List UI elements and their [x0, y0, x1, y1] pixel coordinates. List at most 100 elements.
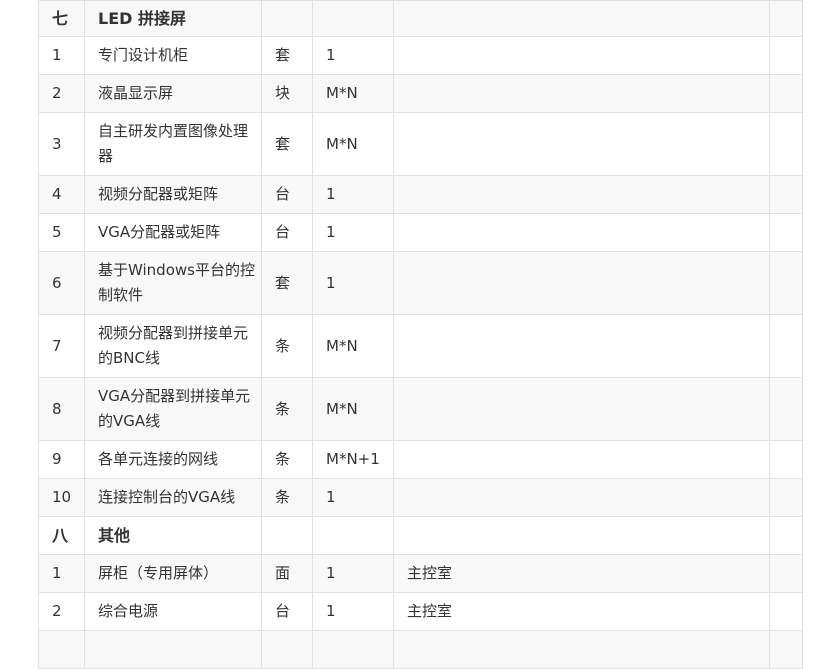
note-cell	[393, 74, 770, 113]
row-number-cell: 2	[38, 592, 85, 631]
row-number-cell: 4	[38, 175, 85, 214]
extra-cell	[769, 592, 803, 631]
row-number-cell: 10	[38, 478, 85, 517]
note-cell	[393, 213, 770, 252]
table-row: 3 自主研发内置图像处理器套 M*N	[38, 112, 803, 176]
table-row: 10 连接控制台的VGA线条 1	[38, 478, 803, 517]
table-row: 4 视频分配器或矩阵台 1	[38, 175, 803, 214]
item-name-cell: 其他	[84, 516, 262, 555]
row-number-cell: 7	[38, 314, 85, 378]
quantity-cell	[312, 0, 394, 37]
unit-cell: 面	[261, 554, 313, 593]
extra-cell	[769, 175, 803, 214]
table-row: 8 VGA分配器到拼接单元的VGA线条 M*N	[38, 377, 803, 441]
unit-cell: 块	[261, 74, 313, 113]
table-row: 1 专门设计机柜套 1	[38, 36, 803, 75]
note-cell	[393, 251, 770, 315]
unit-cell: 条	[261, 377, 313, 441]
row-number-cell: 1	[38, 554, 85, 593]
unit-cell: 套	[261, 251, 313, 315]
table-row: 7 视频分配器到拼接单元的BNC线条 M*N	[38, 314, 803, 378]
item-name-cell: 视频分配器到拼接单元的BNC线	[84, 314, 262, 378]
note-cell	[393, 314, 770, 378]
extra-cell	[769, 74, 803, 113]
quantity-cell: 1	[312, 478, 394, 517]
quantity-cell: 1	[312, 36, 394, 75]
quantity-cell: 1	[312, 251, 394, 315]
row-number-cell: 5	[38, 213, 85, 252]
note-cell	[393, 0, 770, 37]
extra-cell	[769, 440, 803, 479]
quantity-cell: M*N	[312, 74, 394, 113]
note-cell	[393, 112, 770, 176]
row-number-cell: 9	[38, 440, 85, 479]
quantity-cell: 1	[312, 554, 394, 593]
table-row: 6 基于Windows平台的控制软件套 1	[38, 251, 803, 315]
item-name-cell: 综合电源	[84, 592, 262, 631]
quantity-cell: M*N+1	[312, 440, 394, 479]
note-cell	[393, 440, 770, 479]
equipment-table: 七 LED 拼接屏 1 专门设计机柜套 1 2 液晶显示屏块 M*N 3 自主研发内置图像处理器套…	[38, 0, 803, 669]
unit-cell	[261, 630, 313, 669]
table-row: 2 液晶显示屏块 M*N	[38, 74, 803, 113]
table-row: 9 各单元连接的网线条 M*N+1	[38, 440, 803, 479]
quantity-cell	[312, 516, 394, 555]
row-number-cell	[38, 630, 85, 669]
unit-cell	[261, 516, 313, 555]
note-cell	[393, 516, 770, 555]
row-number-cell: 3	[38, 112, 85, 176]
extra-cell	[769, 377, 803, 441]
item-name-cell: VGA分配器或矩阵	[84, 213, 262, 252]
quantity-cell: 1	[312, 213, 394, 252]
unit-cell: 台	[261, 213, 313, 252]
extra-cell	[769, 314, 803, 378]
row-number-cell: 1	[38, 36, 85, 75]
table-row: 2 综合电源台 1 主控室	[38, 592, 803, 631]
item-name-cell: 液晶显示屏	[84, 74, 262, 113]
note-cell	[393, 36, 770, 75]
extra-cell	[769, 36, 803, 75]
quantity-cell: 1	[312, 175, 394, 214]
row-number-cell: 七	[38, 0, 85, 37]
note-cell: 主控室	[393, 592, 770, 631]
note-cell: 主控室	[393, 554, 770, 593]
table-row: 1 屏柜（专用屏体）面 1 主控室	[38, 554, 803, 593]
table-row	[38, 630, 803, 669]
item-name-cell: 屏柜（专用屏体）	[84, 554, 262, 593]
extra-cell	[769, 478, 803, 517]
quantity-cell	[312, 630, 394, 669]
quantity-cell: M*N	[312, 314, 394, 378]
item-name-cell	[84, 630, 262, 669]
extra-cell	[769, 251, 803, 315]
unit-cell	[261, 0, 313, 37]
item-name-cell: 各单元连接的网线	[84, 440, 262, 479]
extra-cell	[769, 0, 803, 37]
unit-cell: 台	[261, 175, 313, 214]
row-number-cell: 2	[38, 74, 85, 113]
row-number-cell: 八	[38, 516, 85, 555]
extra-cell	[769, 213, 803, 252]
equipment-table-container: 七 LED 拼接屏 1 专门设计机柜套 1 2 液晶显示屏块 M*N 3 自主研发内置图像处理器套…	[38, 0, 803, 669]
item-name-cell: 自主研发内置图像处理器	[84, 112, 262, 176]
note-cell	[393, 175, 770, 214]
extra-cell	[769, 554, 803, 593]
section-header-row: 七 LED 拼接屏	[38, 0, 803, 37]
quantity-cell: 1	[312, 592, 394, 631]
item-name-cell: LED 拼接屏	[84, 0, 262, 37]
quantity-cell: M*N	[312, 377, 394, 441]
quantity-cell: M*N	[312, 112, 394, 176]
unit-cell: 条	[261, 478, 313, 517]
unit-cell: 套	[261, 36, 313, 75]
note-cell	[393, 478, 770, 517]
unit-cell: 条	[261, 440, 313, 479]
row-number-cell: 8	[38, 377, 85, 441]
extra-cell	[769, 630, 803, 669]
unit-cell: 条	[261, 314, 313, 378]
row-number-cell: 6	[38, 251, 85, 315]
item-name-cell: 视频分配器或矩阵	[84, 175, 262, 214]
unit-cell: 套	[261, 112, 313, 176]
item-name-cell: 连接控制台的VGA线	[84, 478, 262, 517]
section-header-row: 八其他	[38, 516, 803, 555]
equipment-table-body: 七 LED 拼接屏 1 专门设计机柜套 1 2 液晶显示屏块 M*N 3 自主研发内置图像处理器套…	[38, 0, 803, 669]
item-name-cell: 专门设计机柜	[84, 36, 262, 75]
